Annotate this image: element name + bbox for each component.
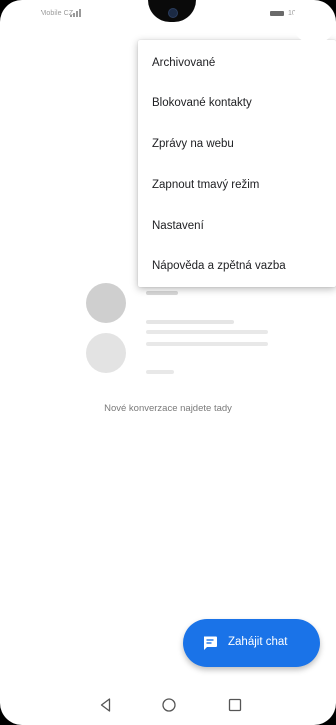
home-button[interactable] [158,694,180,716]
placeholder-line [146,342,268,346]
menu-item-messages-for-web[interactable]: Zprávy na webu [138,124,336,164]
placeholder-line [146,320,234,324]
battery-icon [270,11,284,16]
menu-item-blocked-contacts[interactable]: Blokované kontakty [138,83,336,123]
back-button[interactable] [95,694,117,716]
home-icon [162,698,176,712]
screen-corner [0,0,44,44]
signal-icon [70,9,81,17]
start-chat-label: Zahájit chat [228,636,288,648]
recents-button[interactable] [224,694,246,716]
menu-item-archived[interactable]: Archivované [138,43,336,83]
placeholder-avatar [86,283,126,323]
back-icon [100,698,111,712]
screen-corner [0,681,44,725]
placeholder-line [146,330,268,334]
placeholder-line [146,370,174,374]
placeholder-avatar [86,333,126,373]
empty-state-message: Nové konverzace najdete tady [104,403,232,414]
camera-icon [168,8,178,18]
menu-item-settings[interactable]: Nastavení [138,206,336,246]
recents-icon [228,698,242,712]
menu-item-help-feedback[interactable]: Nápověda a zpětná vazba [138,246,336,286]
screen-corner [292,681,336,725]
placeholder-line [146,291,178,295]
overflow-menu: Archivované Blokované kontakty Zprávy na… [138,40,336,287]
status-bar: T-Mobile CZ 10:00 [0,0,336,30]
chat-icon [204,636,217,650]
start-chat-button[interactable]: Zahájit chat [183,619,320,667]
screen-corner [292,0,336,44]
navigation-bar [0,686,336,725]
menu-item-dark-mode[interactable]: Zapnout tmavý režim [138,165,336,205]
screen: T-Mobile CZ 10:00 Nové konverzace najdet… [0,0,336,725]
